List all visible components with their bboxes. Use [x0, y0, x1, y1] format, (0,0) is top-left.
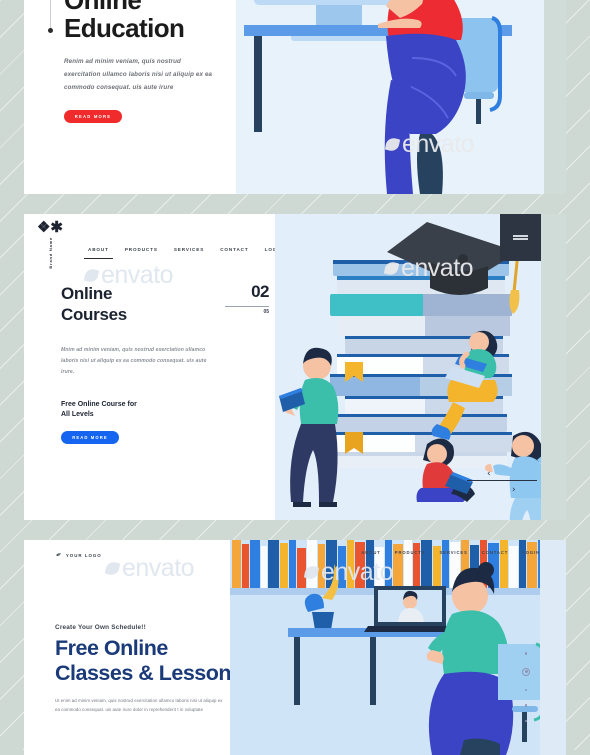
panel1-paragraph: Renim ad minim veniam, quis nostrud exer…: [64, 58, 213, 91]
slide-panel-online-education: Online Education Renim ad minim veniam, …: [24, 0, 566, 194]
panel2-title-line1: Online: [61, 284, 113, 303]
chevron-left-icon[interactable]: ‹: [487, 469, 491, 479]
panel3-kicker: Create Your Own Schedule!!: [55, 624, 146, 631]
hamburger-icon-bar: [513, 238, 528, 240]
panel3-navbar: ABOUT PRODUCTS SERVICES CONTACT LOGIN: [361, 550, 540, 555]
panel1-right-edge: [544, 0, 566, 194]
screenshot-stage: Online Education Renim ad minim veniam, …: [0, 0, 590, 755]
vertical-pagination: [522, 652, 530, 723]
asterisk-star-icon: ❖✱: [36, 219, 63, 236]
panel2-kicker-line2: All Levels: [61, 410, 94, 418]
panel3-text-block: Create Your Own Schedule!! Free Online C…: [55, 624, 243, 715]
panel1-illustration: envato: [236, 0, 566, 194]
pagination-dot-2[interactable]: [522, 667, 530, 676]
nav-item-services[interactable]: SERVICES: [439, 550, 467, 555]
envato-leaf-icon: [83, 267, 100, 284]
panel2-content: ❖✱ Brand Name ABOUT PRODUCTS SERVICES CO…: [24, 214, 283, 520]
panel3-content: ✒ YOUR LOGO envato Create Your Own Sched…: [24, 540, 243, 755]
slide-panel-free-online-classes: ✒ YOUR LOGO envato Create Your Own Sched…: [24, 540, 566, 755]
slide-total-number: 05: [263, 309, 269, 315]
panel3-title: Free Online Classes & Lessons: [55, 636, 243, 687]
pen-nib-icon: ✒: [55, 551, 64, 560]
nav-item-about[interactable]: ABOUT: [361, 550, 380, 555]
pagination-dot-3[interactable]: [524, 688, 528, 692]
pagination-dot-5[interactable]: [524, 719, 528, 723]
slide-counter: 02 05: [215, 282, 270, 315]
panel1-content: Online Education Renim ad minim veniam, …: [24, 0, 236, 194]
nav-item-services[interactable]: SERVICES: [174, 247, 204, 252]
pagination-dot-4[interactable]: [524, 704, 528, 707]
chevron-right-icon[interactable]: ›: [512, 485, 516, 495]
panel3-right-edge: [540, 540, 566, 755]
hamburger-icon-bar: [513, 235, 528, 237]
hamburger-menu-button[interactable]: [500, 214, 541, 261]
carousel-controls: ‹ ›: [467, 461, 537, 501]
logo-label: YOUR LOGO: [65, 552, 102, 558]
envato-leaf-icon: [104, 560, 121, 577]
logo[interactable]: ✒ YOUR LOGO: [55, 551, 102, 560]
nav-item-products[interactable]: PRODUCTS: [395, 550, 426, 555]
panel2-navbar: ABOUT PRODUCTS SERVICES CONTACT LOGIN: [24, 236, 283, 262]
slide-panel-online-courses: ❖✱ Brand Name ABOUT PRODUCTS SERVICES CO…: [24, 214, 566, 520]
panel3-illustration: ABOUT PRODUCTS SERVICES CONTACT LOGIN en…: [230, 540, 566, 755]
carousel-divider: [467, 480, 537, 481]
nav-item-contact[interactable]: CONTACT: [482, 550, 508, 555]
panel1-title: Online Education: [64, 0, 236, 42]
nav-item-contact[interactable]: CONTACT: [220, 247, 248, 252]
panel2-title-line2: Courses: [61, 304, 127, 324]
nav-item-products[interactable]: PRODUCTS: [125, 247, 158, 252]
video-call-illustration: [236, 0, 566, 194]
vertical-rule-decoration: [48, 0, 53, 33]
panel3-title-line1: Free Online: [55, 636, 168, 660]
envato-watermark: envato: [104, 554, 195, 583]
panel2-illustration: envato ‹ ›: [275, 214, 566, 520]
nav-item-about[interactable]: ABOUT: [84, 247, 113, 259]
nav-item-login[interactable]: LOGIN: [522, 550, 540, 555]
student-laptop-bookshelf-illustration: [230, 540, 566, 755]
envato-watermark-text: envato: [122, 554, 195, 582]
panel2-kicker-line1: Free Online Course for: [61, 400, 137, 408]
panel3-title-line2: Classes & Lessons: [55, 661, 243, 686]
panel2-read-more-button[interactable]: READ MORE: [61, 430, 119, 444]
panel2-paragraph: Mnim ad minim veniam, quis nostrud exerc…: [61, 347, 207, 375]
panel2-kicker: Free Online Course for All Levels: [61, 400, 191, 420]
panel1-read-more-button[interactable]: READ MORE: [64, 110, 122, 124]
panel3-paragraph: Ut enim ad minim veniam, quis nostrud ex…: [55, 697, 223, 713]
panel1-title-line2: Education: [64, 13, 185, 44]
slide-current-number: 02: [251, 282, 269, 301]
pagination-dot-1[interactable]: [524, 652, 528, 655]
panel2-right-edge: [541, 214, 566, 520]
slide-counter-rule: [225, 306, 269, 307]
